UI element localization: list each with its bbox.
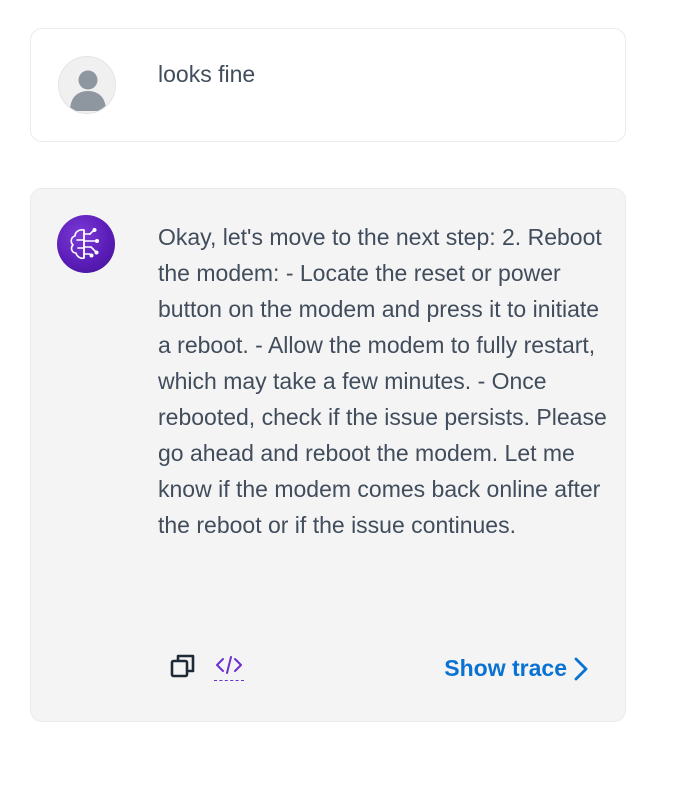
- assistant-message-text: Okay, let's move to the next step: 2. Re…: [158, 224, 607, 538]
- assistant-avatar: [57, 215, 115, 273]
- user-avatar-icon: [70, 70, 106, 111]
- ai-brain-icon: [70, 228, 99, 260]
- copy-button[interactable]: [168, 651, 198, 681]
- assistant-message-card: Okay, let's move to the next step: 2. Re…: [30, 188, 626, 722]
- chevron-right-icon: [574, 657, 588, 680]
- view-code-button[interactable]: [214, 652, 244, 681]
- copy-icon: [170, 654, 195, 678]
- message-actions: [168, 651, 244, 681]
- show-trace-link[interactable]: Show trace: [444, 655, 589, 682]
- user-message-text: looks fine: [158, 61, 256, 87]
- user-avatar: [58, 56, 116, 114]
- user-message-card: looks fine: [30, 28, 626, 142]
- show-trace-label: Show trace: [444, 655, 567, 681]
- code-icon: [216, 655, 242, 674]
